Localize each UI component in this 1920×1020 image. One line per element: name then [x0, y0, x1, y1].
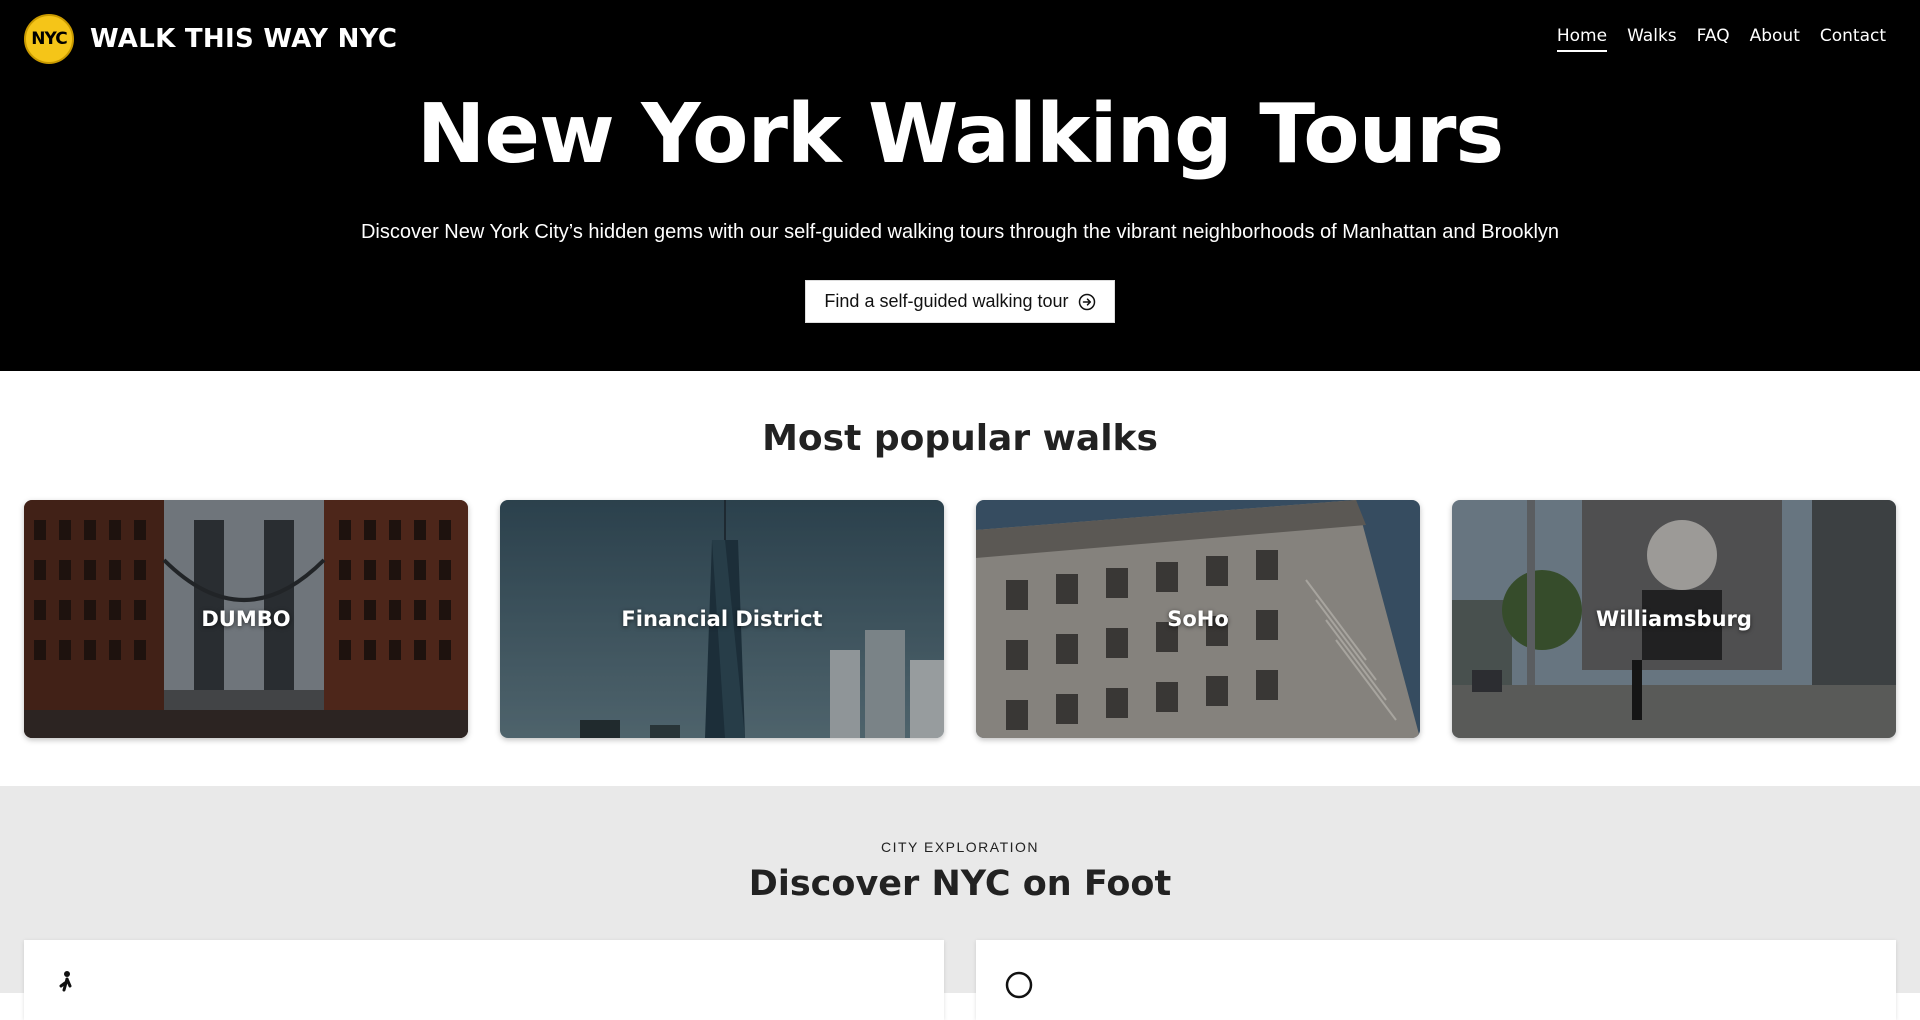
nav-link-walks[interactable]: Walks — [1627, 26, 1677, 52]
city-exploration-section: CITY EXPLORATION Discover NYC on Foot — [0, 786, 1920, 1020]
nav-link-contact[interactable]: Contact — [1820, 26, 1886, 52]
walk-card-dumbo[interactable]: DUMBO — [24, 500, 468, 738]
walk-card-williamsburg[interactable]: Williamsburg — [1452, 500, 1896, 738]
explore-title: Discover NYC on Foot — [748, 864, 1172, 904]
nav-link-faq[interactable]: FAQ — [1697, 26, 1730, 52]
hero-subtitle: Discover New York City’s hidden gems wit… — [360, 221, 1560, 243]
feature-cards — [24, 940, 1896, 1020]
nav-link-home[interactable]: Home — [1556, 26, 1608, 52]
nav-link-about[interactable]: About — [1750, 26, 1800, 52]
hero-title: New York Walking Tours — [416, 87, 1504, 182]
walk-card-financial-district[interactable]: Financial District — [500, 500, 944, 738]
walk-card-title: Financial District — [621, 607, 823, 631]
cta-label: Find a self-guided walking tour — [824, 291, 1069, 311]
brand-name[interactable]: WALK THIS WAY NYC — [90, 24, 397, 54]
walking-person-icon — [52, 970, 82, 1000]
walk-cards: DUMBO Financial District SoHo Williamsbu… — [24, 500, 1896, 738]
walk-card-title: Williamsburg — [1596, 607, 1752, 631]
walk-card-title: DUMBO — [201, 607, 291, 631]
walk-card-title: SoHo — [1167, 607, 1229, 631]
feature-card — [976, 940, 1896, 1020]
arrow-right-circle-icon — [1078, 293, 1096, 311]
hero-section: NYC WALK THIS WAY NYC Home Walks FAQ Abo… — [0, 0, 1920, 371]
feature-card — [24, 940, 944, 1020]
popular-walks-title: Most popular walks — [762, 418, 1158, 459]
top-navigation: NYC WALK THIS WAY NYC Home Walks FAQ Abo… — [0, 0, 1920, 78]
circle-icon — [1004, 970, 1034, 1000]
walk-card-soho[interactable]: SoHo — [976, 500, 1420, 738]
main-nav: Home Walks FAQ About Contact — [1556, 26, 1886, 52]
nyc-logo[interactable]: NYC — [24, 14, 74, 64]
find-walking-tour-button[interactable]: Find a self-guided walking tour — [805, 280, 1115, 323]
section-eyebrow: CITY EXPLORATION — [880, 839, 1040, 855]
popular-walks-section: Most popular walks DUMBO Financial Distr… — [0, 371, 1920, 786]
